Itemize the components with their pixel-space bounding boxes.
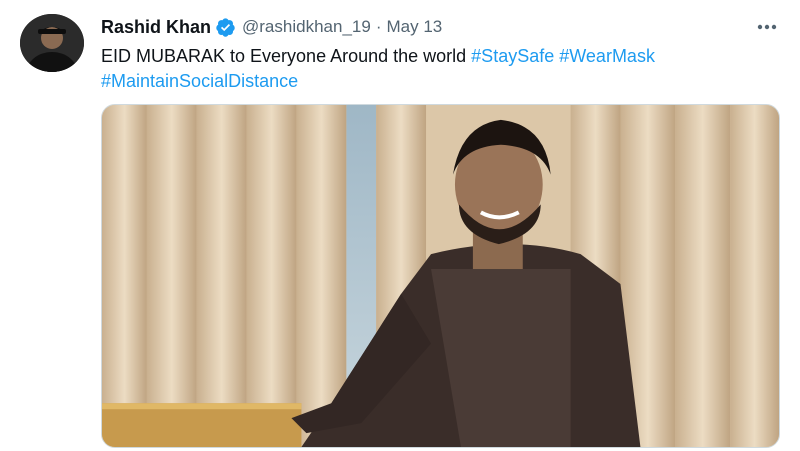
hashtag-link[interactable]: #StaySafe [471,46,554,66]
hashtag-link[interactable]: #WearMask [559,46,655,66]
author-name[interactable]: Rashid Khan [101,17,211,38]
more-options-button[interactable] [750,16,784,38]
tweet-card[interactable]: Rashid Khan @rashidkhan_19 · May 13 EID … [0,0,800,451]
author-handle[interactable]: @rashidkhan_19 [242,17,371,37]
tweet-body-text: EID MUBARAK to Everyone Around the world [101,46,472,66]
more-horizontal-icon [757,24,777,30]
tweet-text: EID MUBARAK to Everyone Around the world… [101,44,761,94]
verified-badge-icon [215,17,236,38]
separator-dot: · [375,17,382,36]
tweet-date[interactable]: May 13 [386,17,442,37]
tweet-header: Rashid Khan @rashidkhan_19 · May 13 [101,14,442,40]
tweet-photo[interactable] [101,104,780,448]
avatar[interactable] [20,14,84,72]
hashtag-link[interactable]: #MaintainSocialDistance [101,71,298,91]
